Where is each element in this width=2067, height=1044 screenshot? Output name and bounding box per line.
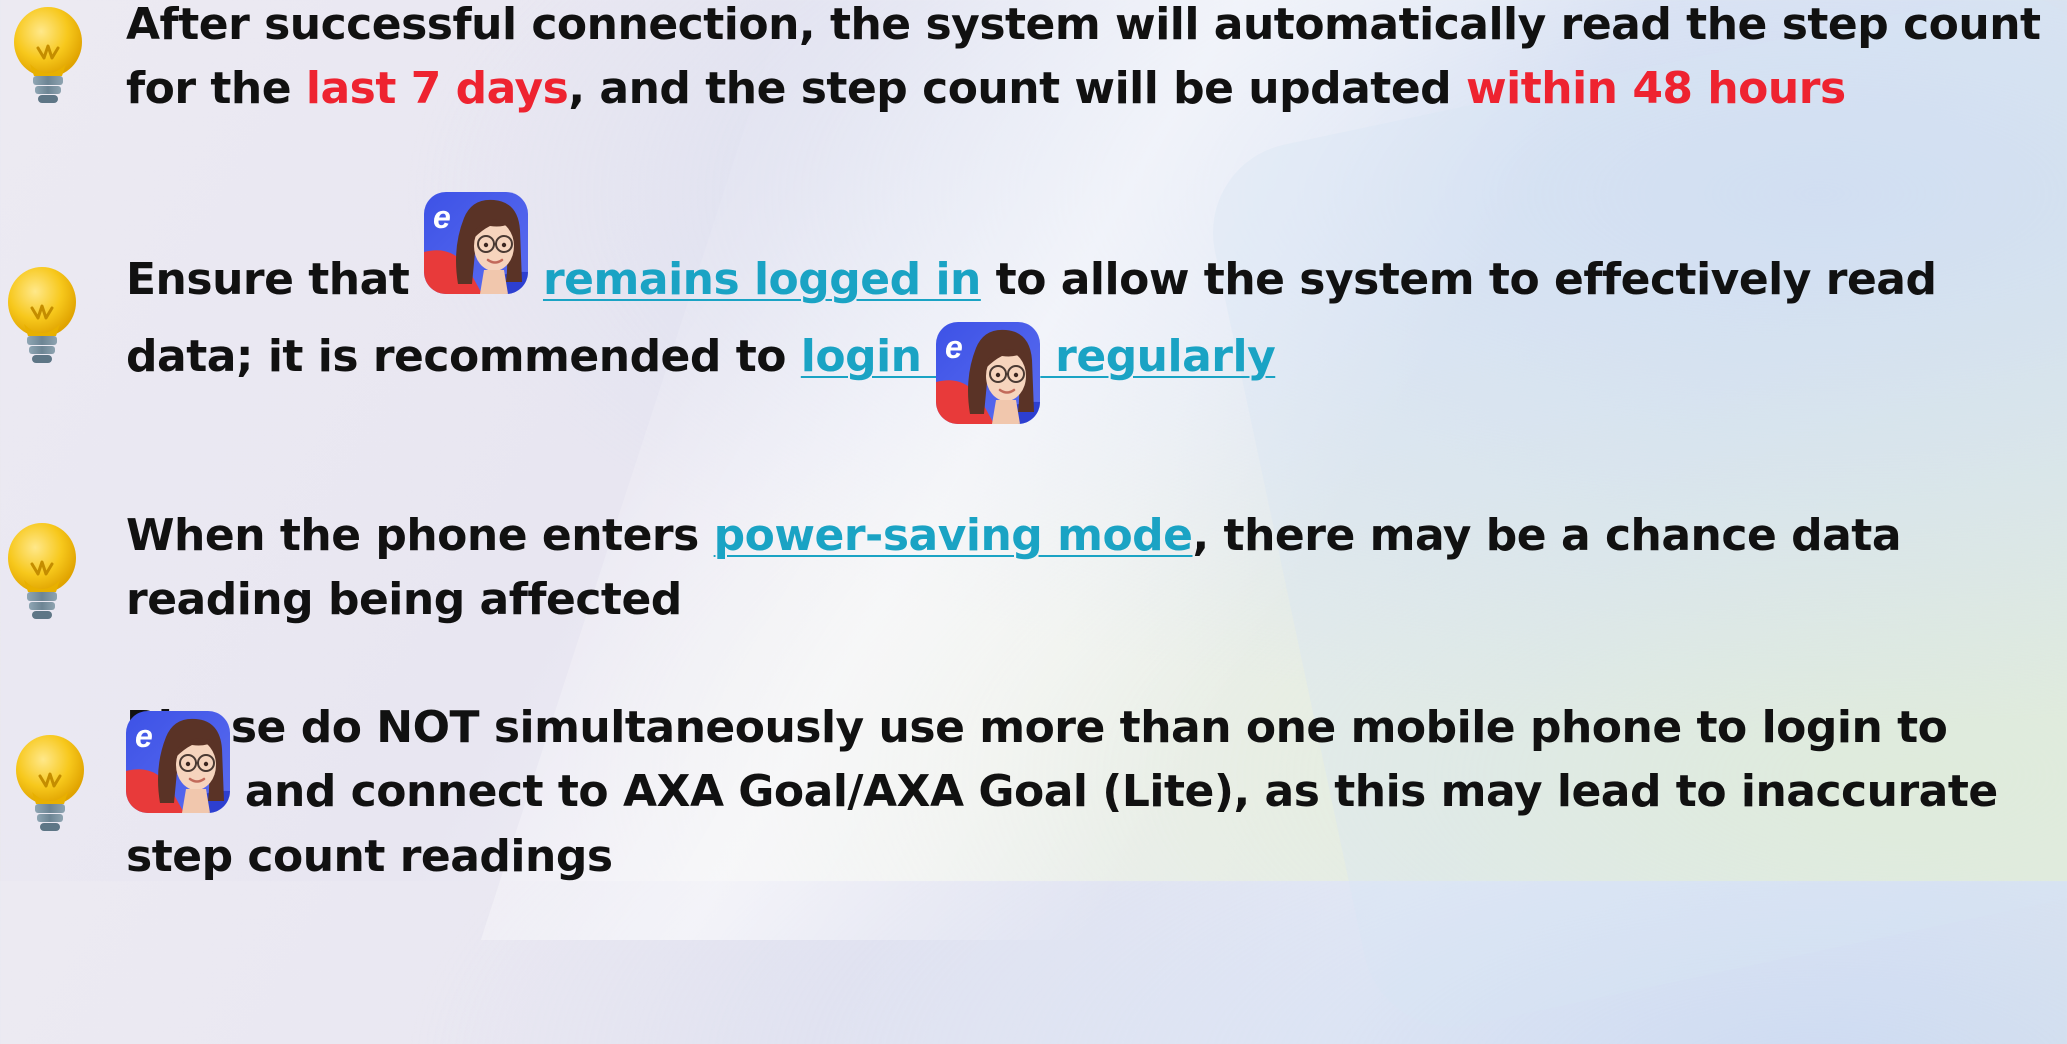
tip-text: Ensure that remains logged in to allow t… [126,248,2047,406]
tip-text-part: , and the step count will be updated [568,63,1466,114]
tip-text: After successful connection, the system … [126,0,2047,121]
power-saving-mode-link[interactable]: power-saving mode [714,510,1193,561]
tip-text: When the phone enters power-saving mode,… [126,504,2047,632]
highlight-last-7-days: last 7 days [305,63,569,114]
lightbulb-icon [2,518,82,628]
tip-text-part: and connect to AXA Goal/AXA Goal (Lite),… [126,766,1998,882]
lightbulb-icon [8,2,88,112]
highlight-within-48-hours: within 48 hours [1466,63,1846,114]
login-regularly-link[interactable]: regularly [1040,331,1276,382]
lightbulb-icon [2,262,82,372]
app-avatar-icon [126,711,230,813]
login-regularly-link[interactable]: login [801,331,937,382]
tip-text-part: Ensure that [126,254,425,305]
tip-text-part: Please do NOT simultaneously use more th… [126,702,1948,753]
lightbulb-icon [10,730,90,840]
app-avatar-icon [936,322,1040,424]
app-avatar-icon [424,192,528,294]
tip-text-part: When the phone enters [126,510,714,561]
remains-logged-in-link[interactable]: remains logged in [543,254,981,305]
tip-text: Please do NOT simultaneously use more th… [126,696,2047,889]
